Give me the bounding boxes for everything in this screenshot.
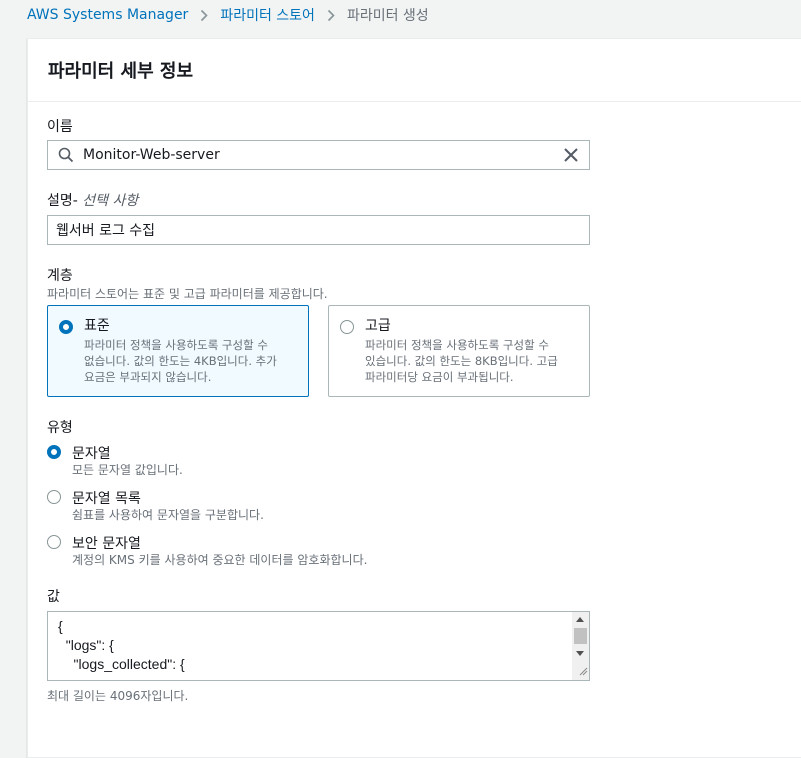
value-textarea[interactable]: { "logs": { "logs_collected": { [47, 611, 590, 681]
type-option-title: 문자열 목록 [72, 491, 141, 507]
clear-icon[interactable] [553, 148, 589, 162]
resize-handle-icon[interactable] [578, 663, 588, 679]
tier-standard-desc-line: 파라미터 정책을 사용하도록 구성할 수 [84, 338, 268, 352]
description-label: 설명- 선택 사항 [47, 190, 138, 210]
tier-standard-description: 파라미터 정책을 사용하도록 구성할 수 없습니다. 값의 한도는 4KB입니다… [84, 337, 298, 385]
tier-advanced-description: 파라미터 정책을 사용하도록 구성할 수 있습니다. 값의 한도는 8KB입니다… [365, 337, 579, 385]
name-label: 이름 [47, 119, 73, 135]
description-label-text: 설명- [47, 193, 78, 209]
type-option-description: 계정의 KMS 키를 사용하여 중요한 데이터를 암호화합니다. [72, 553, 368, 567]
tier-standard-desc-line: 없습니다. 값의 한도는 4KB입니다. 추가 [84, 354, 277, 368]
panel-header: 파라미터 세부 정보 [28, 39, 801, 102]
scroll-down-icon[interactable] [576, 651, 584, 656]
chevron-right-icon [327, 9, 335, 22]
panel-title: 파라미터 세부 정보 [48, 61, 194, 82]
tier-advanced-title: 고급 [365, 318, 391, 334]
breadcrumb-current-page: 파라미터 생성 [346, 8, 429, 24]
tier-description: 파라미터 스토어는 표준 및 고급 파라미터를 제공합니다. [47, 287, 328, 301]
optional-tag: 선택 사항 [82, 193, 139, 209]
value-label: 값 [47, 589, 60, 605]
tier-advanced-desc-line: 파라미터 정책을 사용하도록 구성할 수 [365, 338, 549, 352]
radio-unselected-icon[interactable] [340, 320, 354, 334]
radio-unselected-icon[interactable] [47, 490, 61, 504]
value-line: "logs": { [58, 637, 114, 653]
tier-standard-desc-line: 요금은 부과되지 않습니다. [84, 370, 212, 384]
breadcrumb: AWS Systems Manager 파라미터 스토어 파라미터 생성 [27, 4, 429, 26]
name-input-value: Monitor-Web-server [83, 147, 220, 163]
type-option-title: 보안 문자열 [72, 536, 141, 552]
breadcrumb-parameter-store[interactable]: 파라미터 스토어 [220, 5, 315, 25]
parameter-details-panel: 파라미터 세부 정보 이름 Monitor-Web-server 설명- 선택 … [27, 38, 801, 758]
tier-advanced-desc-line: 파라미터당 요금이 부과됩니다. [365, 370, 514, 384]
tier-label: 계층 [47, 268, 73, 284]
description-input[interactable]: 웹서버 로그 수집 [47, 215, 590, 245]
name-input[interactable]: Monitor-Web-server [47, 140, 590, 170]
tier-advanced-tile[interactable]: 고급 파라미터 정책을 사용하도록 구성할 수 있습니다. 값의 한도는 8KB… [328, 305, 590, 397]
type-option-description: 쉼표를 사용하여 문자열을 구분합니다. [72, 508, 264, 522]
tier-standard-title: 표준 [84, 318, 110, 334]
search-icon [48, 147, 83, 163]
tier-advanced-desc-line: 있습니다. 값의 한도는 8KB입니다. 고급 [365, 354, 558, 368]
value-length-hint: 최대 길이는 4096자입니다. [47, 689, 189, 703]
breadcrumb-systems-manager[interactable]: AWS Systems Manager [27, 7, 188, 23]
value-line: { [58, 618, 63, 634]
description-input-value: 웹서버 로그 수집 [56, 223, 156, 239]
tier-standard-tile[interactable]: 표준 파라미터 정책을 사용하도록 구성할 수 없습니다. 값의 한도는 4KB… [47, 305, 309, 397]
scroll-thumb[interactable] [574, 628, 587, 644]
type-label: 유형 [47, 420, 73, 436]
radio-unselected-icon[interactable] [47, 535, 61, 549]
radio-selected-icon[interactable] [59, 320, 73, 334]
value-line: "logs_collected": { [58, 656, 185, 672]
type-option-description: 모든 문자열 값입니다. [72, 463, 183, 477]
type-option-title: 문자열 [72, 446, 111, 462]
scroll-up-icon[interactable] [576, 617, 584, 622]
chevron-right-icon [200, 9, 208, 22]
radio-selected-icon[interactable] [47, 445, 61, 459]
